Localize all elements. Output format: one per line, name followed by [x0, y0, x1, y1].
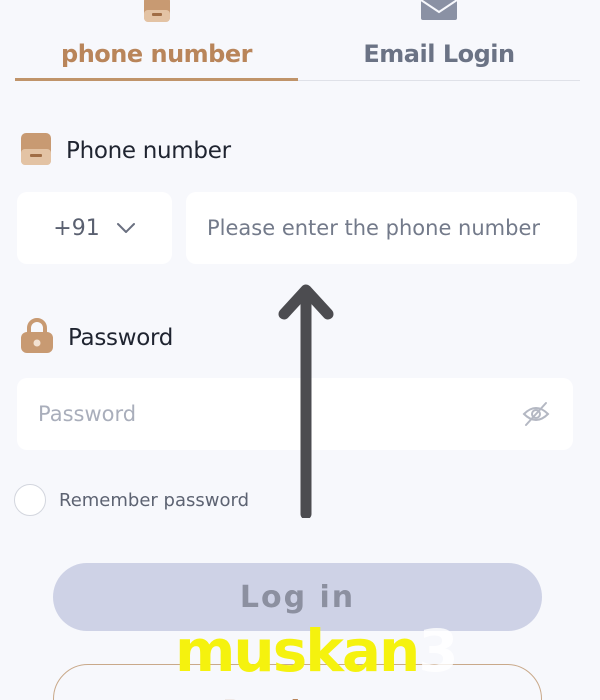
- phone-number-input[interactable]: [186, 192, 577, 264]
- active-tab-indicator: [15, 78, 298, 81]
- watermark-text: muskan: [175, 617, 420, 685]
- envelope-icon: [419, 0, 459, 26]
- password-label: Password: [68, 325, 174, 351]
- phone-icon: [20, 132, 52, 170]
- tab-email-label: Email Login: [363, 40, 515, 68]
- password-header: Password: [20, 318, 173, 358]
- phone-number-label: Phone number: [66, 138, 231, 164]
- watermark-suffix: 3: [418, 617, 458, 685]
- tab-phone-number[interactable]: phone number: [15, 0, 298, 82]
- lock-icon: [20, 318, 54, 358]
- remember-password-label: Remember password: [59, 489, 249, 511]
- arrow-up-icon: [276, 282, 336, 522]
- country-code-select[interactable]: +91: [17, 192, 172, 264]
- phone-icon: [142, 0, 172, 28]
- country-code-value: +91: [53, 215, 100, 241]
- watermark: muskan3: [175, 622, 459, 680]
- remember-password[interactable]: Remember password: [14, 484, 249, 516]
- remember-password-checkbox[interactable]: [14, 484, 46, 516]
- login-tabs: phone number Email Login: [15, 0, 580, 82]
- eye-off-icon[interactable]: [521, 400, 551, 432]
- tab-email-login[interactable]: Email Login: [298, 0, 580, 82]
- phone-number-field: [186, 192, 577, 264]
- tab-phone-label: phone number: [61, 40, 252, 68]
- phone-number-header: Phone number: [20, 132, 231, 170]
- tab-divider: [298, 80, 580, 81]
- chevron-down-icon: [116, 222, 136, 234]
